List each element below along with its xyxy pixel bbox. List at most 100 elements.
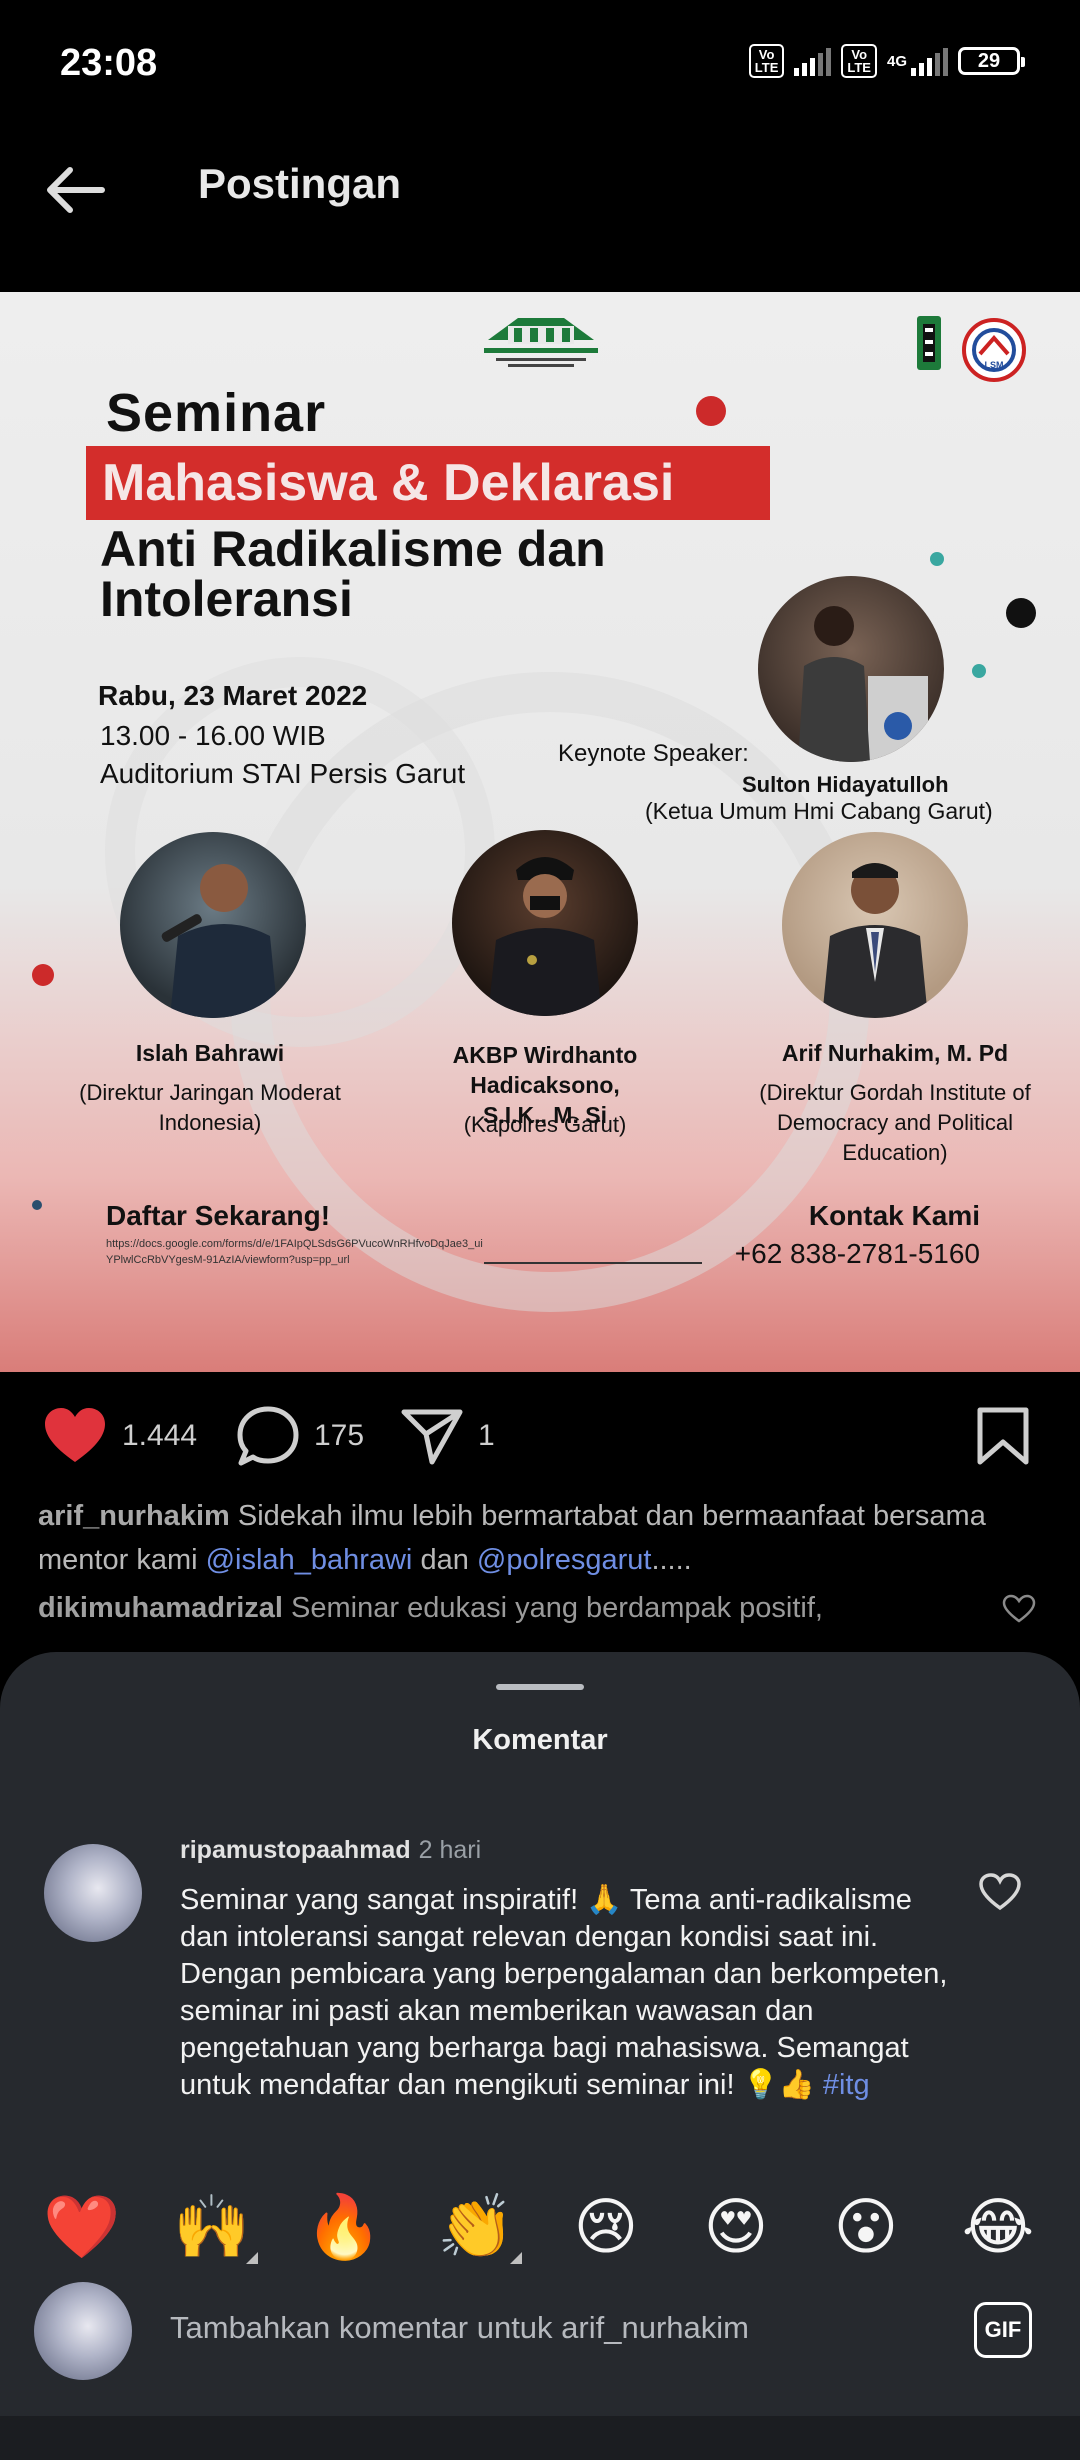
- signal-icon-1: [794, 46, 832, 76]
- emoji-glyph: 🙌: [173, 2190, 251, 2263]
- post-caption[interactable]: arif_nurhakim Sidekah ilmu lebih bermart…: [38, 1494, 1048, 1582]
- arrow-left-icon: [47, 167, 105, 213]
- speaker-3-role: (Direktur Gordah Institute of Democracy …: [735, 1078, 1055, 1168]
- comment-header: ripamustopaahmad 2 hari: [180, 1836, 481, 1865]
- emoji-clap[interactable]: 👏: [436, 2192, 522, 2264]
- post-image[interactable]: LSM Seminar Mahasiswa & Deklarasi Anti R…: [0, 292, 1080, 1372]
- sheet-drag-handle[interactable]: [496, 1684, 584, 1690]
- keynote-name: Sulton Hidayatulloh: [742, 772, 949, 797]
- contact-phone: +62 838-2781-5160: [734, 1238, 980, 1269]
- emoji-raised-hands[interactable]: 🙌: [172, 2190, 258, 2264]
- speaker-3-name: Arif Nurhakim, M. Pd: [781, 1040, 1009, 1066]
- caption-text: dan: [420, 1544, 469, 1576]
- poster-subtitle: Anti Radikalisme dan Intoleransi: [100, 524, 606, 624]
- comment-username[interactable]: ripamustopaahmad: [180, 1836, 411, 1864]
- poster-time: 13.00 - 16.00 WIB: [100, 720, 326, 751]
- sheet-title: Komentar: [472, 1724, 608, 1756]
- comment-time: 2 hari: [418, 1836, 482, 1864]
- poster-venue: Auditorium STAI Persis Garut: [100, 758, 466, 789]
- signal-icon-2: [911, 46, 948, 76]
- preview-comment-username[interactable]: dikimuhamadrizal: [38, 1592, 283, 1624]
- register-url: https://docs.google.com/forms/d/e/1FAIpQ…: [106, 1238, 483, 1266]
- heart-outline-icon[interactable]: [1002, 1594, 1036, 1624]
- comment-text: Seminar yang sangat inspiratif! 🙏 Tema a…: [180, 1882, 960, 2104]
- speaker-1-name: Islah Bahrawi: [135, 1040, 285, 1066]
- like-button[interactable]: 1.444: [42, 1406, 197, 1466]
- emoji-heart-eyes[interactable]: 😍: [696, 2192, 776, 2262]
- emoji-heart[interactable]: ❤️: [42, 2192, 122, 2262]
- person-silhouette: [488, 857, 602, 1016]
- decor-dot: [696, 396, 726, 426]
- speaker-1-role-line: Indonesia): [158, 1110, 262, 1135]
- decor-dot: [1006, 598, 1036, 628]
- save-button[interactable]: [976, 1406, 1030, 1466]
- emoji-laughing[interactable]: 😂: [958, 2192, 1038, 2262]
- bookmark-icon: [977, 1407, 1029, 1465]
- send-icon: [401, 1409, 463, 1465]
- caption-ellipsis: .....: [651, 1544, 692, 1576]
- comment-input[interactable]: Tambahkan komentar untuk arif_nurhakim: [170, 2310, 749, 2346]
- svg-text:LSM: LSM: [985, 360, 1004, 370]
- decor-dot: [32, 964, 54, 986]
- comment-input-bar: Tambahkan komentar untuk arif_nurhakim G…: [0, 2272, 1080, 2382]
- gif-button[interactable]: GIF: [974, 2302, 1032, 2358]
- share-count: 1: [478, 1419, 495, 1452]
- share-button[interactable]: 1: [400, 1406, 495, 1466]
- speaker-3-role-line: (Direktur Gordah Institute of: [759, 1080, 1031, 1105]
- avatar[interactable]: [44, 1844, 142, 1942]
- poster-title-seminar: Seminar: [106, 383, 327, 443]
- comments-sheet: Komentar ripamustopaahmad 2 hari Seminar …: [0, 1652, 1080, 2460]
- speaker-3-role-line: Education): [842, 1140, 948, 1165]
- more-variants-indicator: [246, 2252, 258, 2264]
- divider: [484, 1262, 702, 1264]
- system-nav-bar: [0, 2416, 1080, 2460]
- back-button[interactable]: [40, 160, 120, 220]
- person-silhouette: [798, 606, 928, 762]
- heart-outline-icon[interactable]: [978, 1872, 1022, 1912]
- speaker-2-role: (Kapolres Garut): [463, 1112, 627, 1137]
- speaker-photo-1: [120, 832, 306, 1018]
- emoji-crying[interactable]: 😢: [566, 2192, 646, 2262]
- like-count: 1.444: [122, 1419, 198, 1452]
- speaker-2-name-line: AKBP Wirdhanto Hadicaksono,: [452, 1042, 638, 1098]
- speaker-photo-2: [452, 830, 638, 1016]
- emoji-surprised[interactable]: 😮: [826, 2192, 906, 2262]
- status-bar: 23:08 Vo LTE Vo LTE 4G 29: [0, 0, 1080, 130]
- speaker-1-role-line: (Direktur Jaringan Moderat: [79, 1080, 341, 1105]
- poster-date: Rabu, 23 Maret 2022: [98, 680, 368, 711]
- network-type: 4G: [886, 52, 907, 70]
- mention-link[interactable]: @polresgarut: [477, 1544, 652, 1576]
- person-silhouette: [822, 863, 928, 1018]
- heart-filled-icon: [45, 1408, 105, 1462]
- battery-icon: 29: [958, 47, 1025, 75]
- mention-link[interactable]: @islah_bahrawi: [206, 1544, 413, 1576]
- keynote-label: Keynote Speaker:: [558, 740, 749, 767]
- speaker-3-role-line: Democracy and Political: [777, 1110, 1013, 1135]
- decor-dot: [930, 552, 944, 566]
- status-time: 23:08: [60, 42, 158, 84]
- lsm-logo: LSM: [962, 318, 1026, 382]
- preview-comment[interactable]: dikimuhamadrizal Seminar edukasi yang be…: [38, 1586, 988, 1630]
- comment-button[interactable]: 175: [236, 1406, 364, 1466]
- poster-subtitle-line2: Intoleransi: [100, 571, 353, 627]
- poster-subtitle-line1: Anti Radikalisme dan: [100, 521, 606, 577]
- keynote-role: (Ketua Umum Hmi Cabang Garut): [645, 798, 993, 824]
- hmi-emblem-logo: [917, 316, 941, 370]
- comment-count: 175: [314, 1419, 365, 1452]
- contact-label: Kontak Kami: [808, 1200, 980, 1231]
- status-icons: Vo LTE Vo LTE 4G 29: [748, 44, 1025, 78]
- keynote-speaker-photo: [758, 576, 944, 762]
- preview-comment-text: Seminar edukasi yang berdampak positif,: [291, 1592, 823, 1624]
- comment-icon: [237, 1406, 299, 1466]
- decor-dot: [972, 664, 986, 678]
- app-header: Postingan: [0, 130, 1080, 290]
- poster-title-banner: Mahasiswa & Deklarasi: [86, 446, 770, 520]
- post-actions: 1.444 175 1: [0, 1372, 1080, 1502]
- speaker-photo-3: [782, 832, 968, 1018]
- hashtag-link[interactable]: #itg: [823, 2069, 870, 2101]
- page-title: Postingan: [198, 160, 402, 207]
- volte-badge-1: Vo LTE: [748, 44, 785, 78]
- emoji-fire[interactable]: 🔥: [304, 2192, 384, 2262]
- caption-username[interactable]: arif_nurhakim: [38, 1500, 230, 1532]
- quick-reactions: ❤️ 🙌 🔥 👏 😢 😍 😮 😂: [0, 2182, 1080, 2272]
